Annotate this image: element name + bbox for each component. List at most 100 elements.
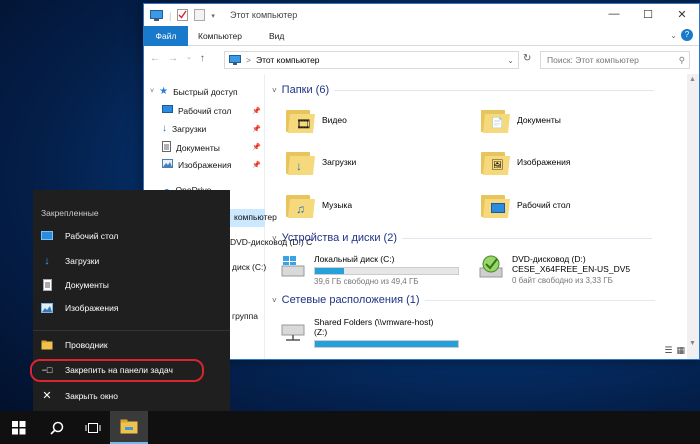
nav-quick-access[interactable]: ˅ ★ Быстрый доступ	[150, 86, 238, 97]
new-folder-icon[interactable]	[194, 9, 206, 23]
address-bar[interactable]: > Этот компьютер ⌄	[224, 51, 519, 69]
quick-access-toolbar: | ▾	[150, 9, 215, 23]
download-icon: ↓	[162, 123, 167, 134]
help-icon[interactable]: ?	[681, 29, 693, 41]
group-header: Папки (6)	[281, 84, 330, 96]
collapse-icon[interactable]: ˅	[272, 296, 277, 305]
close-icon[interactable]: ✕	[665, 4, 699, 24]
expand-icon[interactable]: ˅	[150, 88, 154, 95]
network-drive-icon	[280, 317, 306, 343]
computer-icon	[229, 55, 241, 65]
folder-documents[interactable]: 📄 Документы	[481, 107, 561, 133]
desktop-folder-icon	[481, 192, 510, 218]
drive-d[interactable]: DVD-дисковод (D:) CESE_X64FREE_EN-US_DV5…	[478, 254, 630, 285]
pin-icon[interactable]: 📌	[252, 107, 261, 115]
nav-label[interactable]: группа	[232, 311, 258, 321]
pin-icon[interactable]: 📌	[252, 143, 261, 151]
taskbar-explorer-button[interactable]	[110, 411, 148, 444]
refresh-icon[interactable]: ↻	[523, 53, 531, 64]
window-title: Этот компьютер	[230, 10, 298, 20]
separator	[33, 330, 230, 331]
details-view-icon[interactable]: ☰	[664, 345, 672, 356]
breadcrumb-separator-icon[interactable]: >	[246, 55, 251, 65]
drive-name: DVD-дисковод (D:)	[512, 254, 586, 264]
minimize-icon[interactable]: —	[597, 4, 631, 24]
ribbon-tabs: Файл Компьютер Вид ⌄ ?	[144, 26, 699, 46]
address-row: ← → ⌄ ↑ > Этот компьютер ⌄ ↻ Поиск: Этот…	[144, 47, 699, 73]
qat-dropdown-icon[interactable]: ▾	[211, 12, 215, 20]
nav-buttons: ← → ⌄ ↑	[150, 53, 205, 64]
back-icon[interactable]: ←	[150, 53, 160, 64]
jump-action-explorer[interactable]: Проводник	[41, 340, 108, 350]
maximize-icon[interactable]: ☐	[631, 4, 665, 24]
jump-item-pictures[interactable]: Изображения	[41, 303, 118, 313]
pin-icon[interactable]: 📌	[252, 125, 261, 133]
collapse-icon[interactable]: ˅	[272, 86, 277, 95]
jump-label: Изображения	[65, 303, 119, 313]
jump-item-documents[interactable]: Документы	[41, 279, 109, 291]
capacity-bar	[314, 340, 459, 348]
documents-folder-icon: 📄	[481, 107, 510, 133]
scrollbar[interactable]: ▲ ▼	[687, 74, 699, 359]
up-icon[interactable]: ↑	[200, 53, 205, 64]
close-icon: ✕	[42, 390, 52, 402]
scroll-up-icon[interactable]: ▲	[689, 76, 696, 83]
forward-icon[interactable]: →	[168, 53, 178, 64]
drive-detail: 0 байт свободно из 3,33 ГБ	[512, 276, 613, 285]
nav-item-pictures[interactable]: Изображения	[162, 159, 231, 170]
start-button[interactable]	[0, 411, 38, 444]
picture-icon	[41, 303, 53, 313]
scroll-down-icon[interactable]: ▼	[689, 340, 696, 347]
jump-label: Закрыть окно	[65, 390, 118, 401]
group-folders[interactable]: ˅ Папки (6)	[272, 84, 655, 96]
nav-item-downloads[interactable]: ↓ Загрузки	[162, 123, 206, 134]
explorer-icon	[120, 419, 138, 434]
taskbar	[0, 411, 700, 444]
group-devices[interactable]: ˅ Устройства и диски (2)	[272, 232, 652, 244]
desktop-icon	[41, 231, 53, 240]
ribbon-expand-icon[interactable]: ⌄	[670, 31, 677, 40]
search-input[interactable]: Поиск: Этот компьютер ⚲	[540, 51, 690, 69]
document-icon	[162, 141, 171, 154]
pictures-folder-icon: 🖼	[481, 149, 510, 175]
jump-item-desktop[interactable]: Рабочий стол	[41, 231, 118, 241]
folder-pictures[interactable]: 🖼 Изображения	[481, 149, 570, 175]
jump-action-close-window[interactable]: ✕ Закрыть окно	[41, 389, 118, 402]
folder-downloads[interactable]: ↓ Загрузки	[286, 149, 356, 175]
tab-view[interactable]: Вид	[269, 26, 284, 46]
content-area: ˅ Папки (6) 🎞 Видео 📄 Документы ↓ Загруз…	[268, 74, 687, 359]
recent-dropdown-icon[interactable]: ⌄	[186, 53, 192, 64]
tab-computer[interactable]: Компьютер	[198, 26, 242, 46]
folder-desktop[interactable]: Рабочий стол	[481, 192, 570, 218]
nav-label: Изображения	[178, 159, 232, 170]
task-view-button[interactable]	[74, 411, 112, 444]
folder-label: Рабочий стол	[517, 200, 571, 210]
tiles-view-icon[interactable]: ▦	[676, 345, 685, 356]
pin-icon[interactable]: 📌	[252, 161, 261, 169]
jump-label: Рабочий стол	[65, 231, 119, 241]
nav-label: Быстрый доступ	[173, 86, 238, 97]
computer-icon	[150, 9, 163, 23]
address-dropdown-icon[interactable]: ⌄	[507, 56, 514, 65]
nav-label: Загрузки	[172, 123, 207, 134]
windows-drive-icon	[280, 254, 306, 280]
tab-file[interactable]: Файл	[144, 26, 188, 46]
jump-label: Загрузки	[65, 256, 100, 266]
nav-label: Рабочий стол	[178, 105, 232, 116]
group-network[interactable]: ˅ Сетевые расположения (1)	[272, 294, 655, 306]
nav-item-documents[interactable]: Документы	[162, 141, 220, 154]
network-drive-z[interactable]: Shared Folders (\\vmware-host) (Z:)	[280, 317, 459, 348]
folder-video[interactable]: 🎞 Видео	[286, 107, 347, 133]
nav-item-desktop[interactable]: Рабочий стол	[162, 105, 231, 116]
breadcrumb[interactable]: Этот компьютер	[256, 55, 320, 65]
drive-c[interactable]: Локальный диск (C:) 39,6 ГБ свободно из …	[280, 254, 459, 286]
folder-music[interactable]: ♫ Музыка	[286, 192, 352, 218]
nav-label[interactable]: диск (C:)	[232, 262, 266, 272]
collapse-icon[interactable]: ˅	[272, 234, 277, 243]
title-bar[interactable]: | ▾ Этот компьютер — ☐ ✕	[144, 4, 699, 26]
properties-icon[interactable]	[177, 9, 189, 23]
star-icon: ★	[159, 86, 169, 97]
jump-item-downloads[interactable]: ↓ Загрузки	[41, 255, 99, 267]
task-view-icon	[85, 422, 101, 433]
search-button[interactable]	[38, 411, 76, 444]
